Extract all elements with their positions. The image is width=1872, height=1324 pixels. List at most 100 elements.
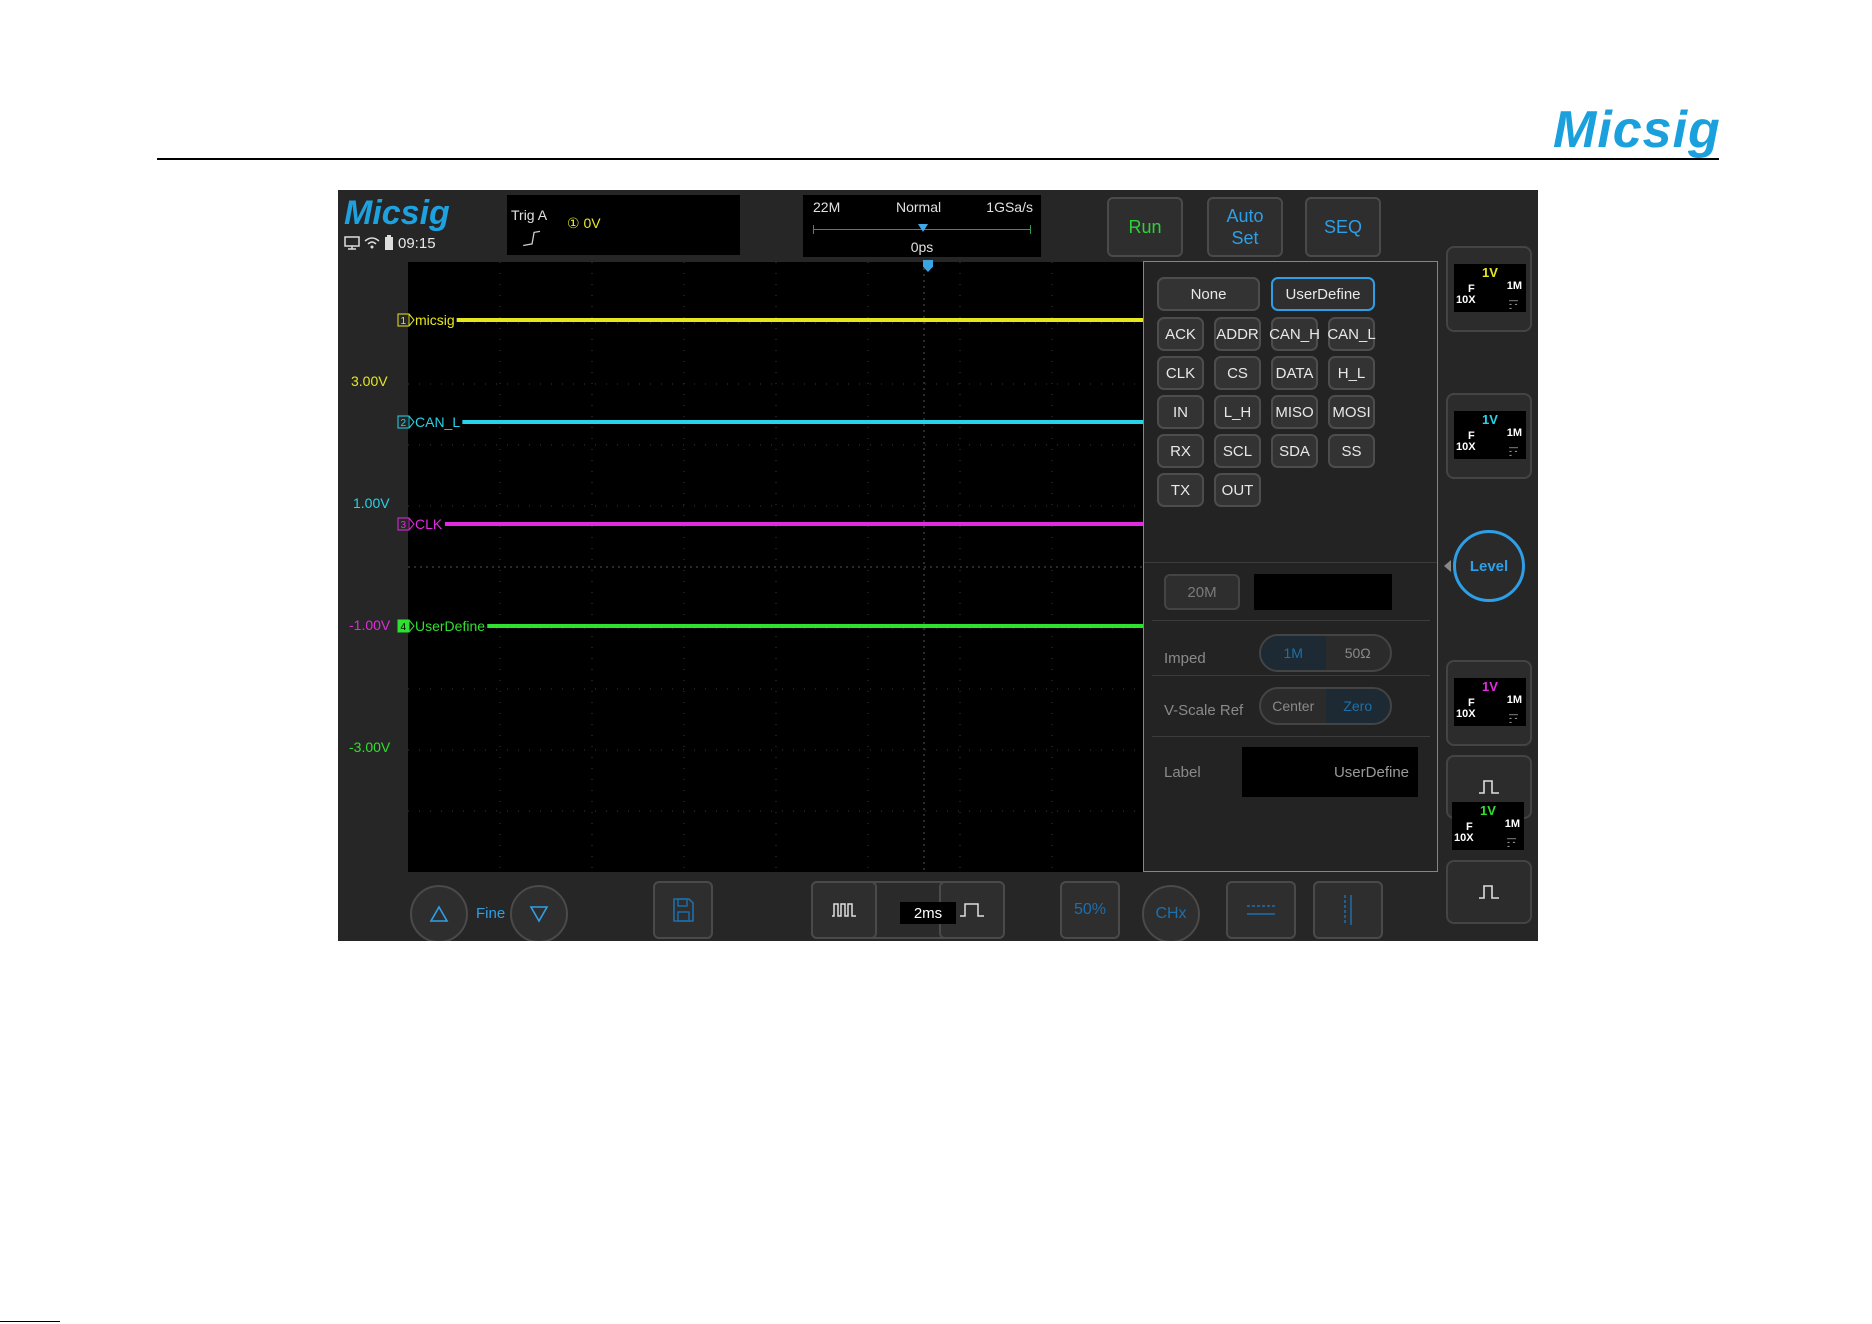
bandwidth-limit-button[interactable]: 20M xyxy=(1164,574,1240,610)
timebase-faster-button[interactable] xyxy=(811,881,877,939)
channel-label: CLK xyxy=(415,516,443,532)
label-preset-button[interactable]: CAN_H xyxy=(1269,317,1320,351)
ch3-card[interactable]: 1V F 1M 10X — - - - xyxy=(1446,660,1532,746)
label-settings-panel: None UserDefine ACK ADDR CAN_H CAN_L CLK CS DA… xyxy=(1143,261,1438,872)
ch2-probe: 10X xyxy=(1456,441,1476,453)
ch4-impedance: 1M xyxy=(1504,818,1520,830)
ch4-card[interactable]: 1V F 1M 10X — - - - xyxy=(1446,802,1532,852)
imped-50ohm-option[interactable]: 50Ω xyxy=(1326,636,1391,670)
panel-divider xyxy=(1144,562,1437,563)
dense-pulse-icon xyxy=(832,903,856,917)
label-preset-button[interactable]: SDA xyxy=(1271,434,1318,468)
label-preset-button[interactable]: CS xyxy=(1214,356,1261,390)
label-field-label: Label xyxy=(1164,764,1201,781)
panel-divider xyxy=(1152,620,1430,621)
dc-coupling-icon: — - - - xyxy=(1509,709,1518,727)
label-preset-button[interactable]: OUT xyxy=(1214,473,1261,507)
label-input[interactable]: UserDefine xyxy=(1242,747,1418,797)
ch4-probe: 10X xyxy=(1454,832,1474,844)
label-preset-button[interactable]: MISO xyxy=(1271,395,1318,429)
pulse-icon xyxy=(1479,780,1499,794)
fifty-percent-label: 50% xyxy=(1073,901,1107,918)
label-preset-button[interactable]: H_L xyxy=(1328,356,1375,390)
label-userdefine-button[interactable]: UserDefine xyxy=(1271,277,1375,311)
ch1-scale: 1V xyxy=(1482,265,1498,280)
fifty-percent-button[interactable]: 50% xyxy=(1060,881,1120,939)
channel-pointer-icon xyxy=(408,517,415,531)
ch3-probe: 10X xyxy=(1456,708,1476,720)
channel-label: micsig xyxy=(415,312,455,328)
label-preset-button[interactable]: L_H xyxy=(1214,395,1261,429)
label-preset-button[interactable]: CAN_L xyxy=(1327,317,1376,351)
vertical-cursor-icon xyxy=(1344,895,1352,925)
dc-coupling-icon: — - - - xyxy=(1509,442,1518,460)
save-icon xyxy=(673,898,694,922)
ch3-level: -1.00V xyxy=(349,617,391,633)
channel-label: CAN_L xyxy=(415,414,460,430)
vscale-zero-option[interactable]: Zero xyxy=(1325,689,1390,723)
ch1-level: 3.00V xyxy=(351,373,388,389)
scale-down-button[interactable] xyxy=(510,885,568,941)
channel-1-trace-group[interactable]: 1 micsig xyxy=(397,312,455,328)
panel-divider xyxy=(1152,675,1430,676)
triangle-up-icon xyxy=(429,905,449,922)
bandwidth-field xyxy=(1254,574,1392,610)
horizontal-cursor-icon xyxy=(1247,905,1275,915)
header-rule xyxy=(157,158,1719,160)
scale-up-button[interactable] xyxy=(410,885,468,941)
channel-select-button[interactable]: CHx xyxy=(1142,885,1200,941)
channel-number: 2 xyxy=(401,418,407,429)
timebase-value: 2ms xyxy=(900,902,956,924)
ch1-card[interactable]: 1V F 1M 10X — - - - xyxy=(1446,246,1532,332)
ch1-impedance: 1M xyxy=(1506,280,1522,292)
ch4-scale: 1V xyxy=(1480,803,1496,818)
label-preset-button[interactable]: MOSI xyxy=(1328,395,1375,429)
dc-coupling-icon: — - - - xyxy=(1507,833,1516,851)
channel-number: 4 xyxy=(401,622,407,633)
ref-channel-button[interactable] xyxy=(1446,860,1532,924)
panel-divider xyxy=(1152,736,1430,737)
vertical-cursor-button[interactable] xyxy=(1313,881,1383,939)
channel-number: 3 xyxy=(401,520,407,531)
label-preset-button[interactable]: RX xyxy=(1157,434,1204,468)
label-preset-button[interactable]: TX xyxy=(1157,473,1204,507)
channel-pointer-icon xyxy=(408,619,415,633)
oscilloscope-screen: Micsig 09:15 Trig A ① 0V 22M Normal 1GSa… xyxy=(338,190,1538,941)
vscale-ref-toggle[interactable]: Center Zero xyxy=(1259,687,1392,725)
label-preset-button[interactable]: IN xyxy=(1157,395,1204,429)
label-preset-button[interactable]: ADDR xyxy=(1214,317,1261,351)
channel-pointer-icon xyxy=(408,415,415,429)
document-page: Micsig Micsig 09:15 Trig A ① 0V 22M Norm… xyxy=(0,0,1872,1324)
horizontal-cursor-button[interactable] xyxy=(1226,881,1296,939)
label-preset-button[interactable]: CLK xyxy=(1157,356,1204,390)
channel-3-trace-group[interactable]: 3 CLK xyxy=(397,516,443,532)
channel-pointer-icon xyxy=(408,313,415,327)
imped-1m-option[interactable]: 1M xyxy=(1261,636,1326,670)
ch4-level: -3.00V xyxy=(349,739,391,755)
footer-rule xyxy=(0,1321,60,1322)
channel-4-trace-group[interactable]: 4 UserDefine xyxy=(397,618,485,634)
ch2-card[interactable]: 1V F 1M 10X — - - - xyxy=(1446,393,1532,479)
vscale-ref-label: V-Scale Ref xyxy=(1164,702,1244,719)
ch2-level: 1.00V xyxy=(353,495,390,511)
channel-2-trace-group[interactable]: 2 CAN_L xyxy=(397,414,460,430)
level-arrow-icon xyxy=(1444,560,1451,572)
triangle-down-icon xyxy=(529,906,549,923)
label-preset-button[interactable]: ACK xyxy=(1157,317,1204,351)
label-preset-button[interactable]: SS xyxy=(1328,434,1375,468)
vscale-center-option[interactable]: Center xyxy=(1261,689,1326,723)
label-preset-button[interactable]: DATA xyxy=(1271,356,1318,390)
channel-number: 1 xyxy=(401,316,407,327)
ch2-scale: 1V xyxy=(1482,412,1498,427)
fine-label[interactable]: Fine xyxy=(476,905,505,922)
ch3-impedance: 1M xyxy=(1506,694,1522,706)
level-knob[interactable]: Level xyxy=(1453,530,1525,602)
label-none-button[interactable]: None xyxy=(1157,277,1260,311)
wide-pulse-icon xyxy=(960,903,984,917)
impedance-toggle[interactable]: 1M 50Ω xyxy=(1259,634,1392,672)
chx-label: CHx xyxy=(1155,905,1187,922)
save-button[interactable] xyxy=(653,881,713,939)
label-preset-button[interactable]: SCL xyxy=(1214,434,1261,468)
imped-label: Imped xyxy=(1164,650,1206,667)
channel-label: UserDefine xyxy=(415,618,485,634)
